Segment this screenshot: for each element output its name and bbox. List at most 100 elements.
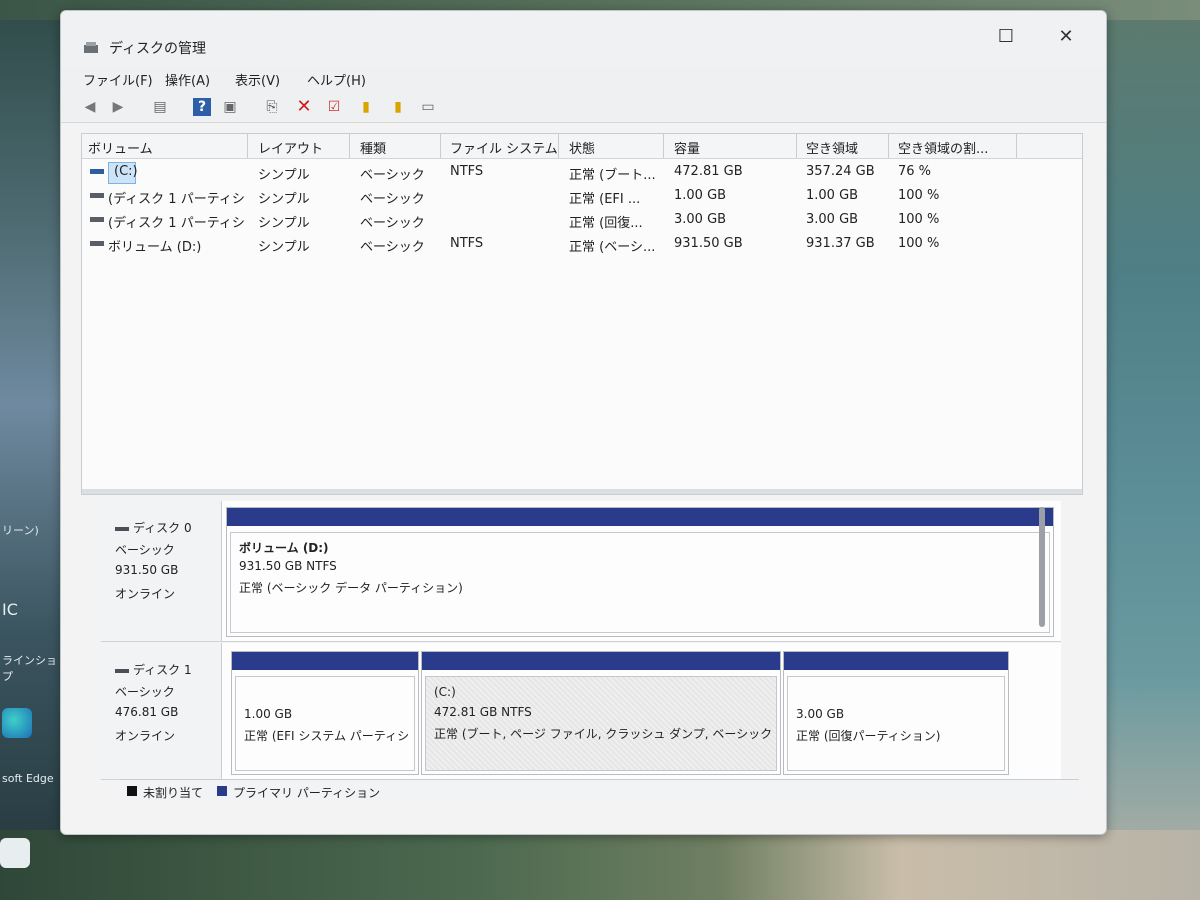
cell-volume: (C:) — [114, 164, 138, 179]
cell-volume: (ディスク 1 パーティショ... — [108, 216, 246, 231]
menu-view[interactable]: 表示(V) — [235, 70, 280, 89]
cell-status: 正常 (回復... — [569, 216, 643, 231]
menu-file[interactable]: ファイル(F) — [83, 70, 153, 89]
partition-body: ボリューム (D:) 931.50 GB NTFS 正常 (ベーシック データ … — [230, 532, 1050, 633]
cell-free-percent: 100 % — [898, 236, 940, 251]
partition-title: ボリューム (D:) — [239, 541, 329, 555]
desktop-label: ラインショ — [2, 654, 57, 667]
column-filesystem[interactable]: ファイル システム — [450, 138, 558, 157]
column-free-space[interactable]: 空き領域 — [806, 138, 858, 157]
disk-kind: ベーシック — [115, 685, 175, 699]
cell-layout: シンプル — [258, 216, 310, 231]
legend: 未割り当て プライマリ パーティション — [119, 779, 1079, 802]
disk-name: ディスク 1 — [133, 663, 192, 677]
disk-name: ディスク 0 — [133, 521, 192, 535]
help-icon[interactable]: ? — [193, 98, 211, 116]
partition-c[interactable]: (C:) 472.81 GB NTFS 正常 (ブート, ページ ファイル, ク… — [421, 651, 781, 775]
title-bar[interactable]: ディスクの管理 ☐ ✕ — [61, 11, 1106, 66]
cell-free-space: 931.37 GB — [806, 236, 875, 251]
partition-size: 931.50 GB NTFS — [239, 559, 337, 573]
desktop-label: リーン) — [2, 524, 39, 537]
cell-status: 正常 (EFI ... — [569, 192, 641, 207]
disk-pane-scrollbar[interactable] — [1039, 507, 1045, 627]
cell-free-space: 357.24 GB — [806, 164, 875, 179]
menu-action[interactable]: 操作(A) — [165, 70, 210, 89]
legend-primary: プライマリ パーティション — [233, 786, 381, 800]
desktop-label: soft Edge — [2, 772, 54, 785]
window-icon[interactable]: ▭ — [419, 98, 437, 116]
volume-icon — [90, 217, 104, 222]
partition-efi[interactable]: 1.00 GB 正常 (EFI システム パーティシ... — [231, 651, 419, 775]
volume-list-scrollbar[interactable] — [82, 489, 1082, 494]
cell-free-percent: 76 % — [898, 164, 932, 179]
toolbar: ◀ ▶ ▤ ? ▣ ⎘ ✕ ☑ ▮ ▮ ▭ — [61, 92, 1106, 123]
cell-capacity: 1.00 GB — [674, 188, 727, 203]
disk-0-info[interactable]: ディスク 0 ベーシック 931.50 GB オンライン — [101, 501, 222, 641]
cell-free-percent: 100 % — [898, 212, 940, 227]
maximize-button[interactable]: ☐ — [984, 21, 1028, 53]
table-row[interactable]: ボリューム (D:) シンプル ベーシック NTFS 正常 (ベーシ... 93… — [82, 232, 1082, 256]
check-icon[interactable]: ☑ — [325, 98, 343, 116]
cell-filesystem: NTFS — [450, 164, 484, 179]
folder-search-icon[interactable]: ▮ — [389, 98, 407, 116]
partition-d[interactable]: ボリューム (D:) 931.50 GB NTFS 正常 (ベーシック データ … — [226, 507, 1054, 637]
cell-free-space: 3.00 GB — [806, 212, 859, 227]
volume-icon — [90, 241, 104, 246]
partition-bar — [422, 652, 780, 670]
cell-layout: シンプル — [258, 192, 310, 207]
column-volume[interactable]: ボリューム — [88, 138, 153, 157]
cell-type: ベーシック — [360, 216, 425, 231]
column-type[interactable]: 種類 — [360, 138, 386, 157]
delete-icon[interactable]: ✕ — [295, 98, 313, 116]
window-title: ディスクの管理 — [109, 41, 207, 57]
cell-free-space: 1.00 GB — [806, 188, 859, 203]
column-free-percent[interactable]: 空き領域の割... — [898, 138, 988, 157]
column-layout[interactable]: レイアウト — [258, 138, 323, 157]
legend-swatch-unallocated — [127, 786, 137, 796]
folder-up-icon[interactable]: ▮ — [357, 98, 375, 116]
disk-0-block: ディスク 0 ベーシック 931.50 GB オンライン ボリューム (D:) … — [101, 501, 1061, 642]
disk-1-info[interactable]: ディスク 1 ベーシック 476.81 GB オンライン — [101, 643, 222, 779]
partition-status: 正常 (ブート, ページ ファイル, クラッシュ ダンプ, ベーシック デ... — [434, 727, 772, 741]
cell-layout: シンプル — [258, 240, 310, 255]
volume-icon — [90, 193, 104, 198]
cell-capacity: 472.81 GB — [674, 164, 743, 179]
view-icon[interactable]: ▣ — [221, 98, 239, 116]
disk-state: オンライン — [115, 729, 176, 743]
partition-status: 正常 (回復パーティション) — [796, 729, 941, 743]
table-row[interactable]: (ディスク 1 パーティショ... シンプル ベーシック 正常 (EFI ...… — [82, 184, 1082, 208]
volume-list: ボリューム レイアウト 種類 ファイル システム 状態 容量 空き領域 空き領域… — [81, 133, 1083, 495]
partition-body: 1.00 GB 正常 (EFI システム パーティシ... — [235, 676, 415, 771]
cell-type: ベーシック — [360, 240, 425, 255]
partition-size: 472.81 GB NTFS — [434, 705, 532, 719]
volume-icon — [90, 169, 104, 174]
partition-recovery[interactable]: 3.00 GB 正常 (回復パーティション) — [783, 651, 1009, 775]
edge-icon[interactable] — [2, 708, 32, 738]
close-button[interactable]: ✕ — [1044, 21, 1088, 53]
properties-icon[interactable]: ▤ — [151, 98, 169, 116]
disk-size: 476.81 GB — [115, 705, 179, 719]
shield-icon[interactable] — [0, 838, 30, 868]
table-row[interactable]: (ディスク 1 パーティショ... シンプル ベーシック 正常 (回復... 3… — [82, 208, 1082, 232]
cell-capacity: 931.50 GB — [674, 236, 743, 251]
cell-free-percent: 100 % — [898, 188, 940, 203]
table-row[interactable]: (C:) シンプル ベーシック NTFS 正常 (ブート... 472.81 G… — [82, 160, 1082, 184]
partition-size: 1.00 GB — [244, 707, 293, 721]
cell-volume: (ディスク 1 パーティショ... — [108, 192, 246, 207]
legend-unallocated: 未割り当て — [143, 786, 204, 800]
partition-body: (C:) 472.81 GB NTFS 正常 (ブート, ページ ファイル, ク… — [425, 676, 777, 771]
cell-type: ベーシック — [360, 168, 425, 183]
menu-bar: ファイル(F) 操作(A) 表示(V) ヘルプ(H) — [61, 66, 1106, 92]
partition-status: 正常 (EFI システム パーティシ... — [244, 729, 410, 743]
connect-icon[interactable]: ⎘ — [263, 98, 281, 116]
column-status[interactable]: 状態 — [569, 138, 595, 157]
menu-help[interactable]: ヘルプ(H) — [307, 70, 366, 89]
legend-swatch-primary — [217, 786, 227, 796]
partition-bar — [784, 652, 1008, 670]
forward-icon[interactable]: ▶ — [109, 98, 127, 116]
column-capacity[interactable]: 容量 — [674, 138, 700, 157]
cell-volume: ボリューム (D:) — [108, 240, 202, 255]
desktop-background-bottom — [0, 830, 1200, 900]
cell-layout: シンプル — [258, 168, 310, 183]
back-icon[interactable]: ◀ — [81, 98, 99, 116]
